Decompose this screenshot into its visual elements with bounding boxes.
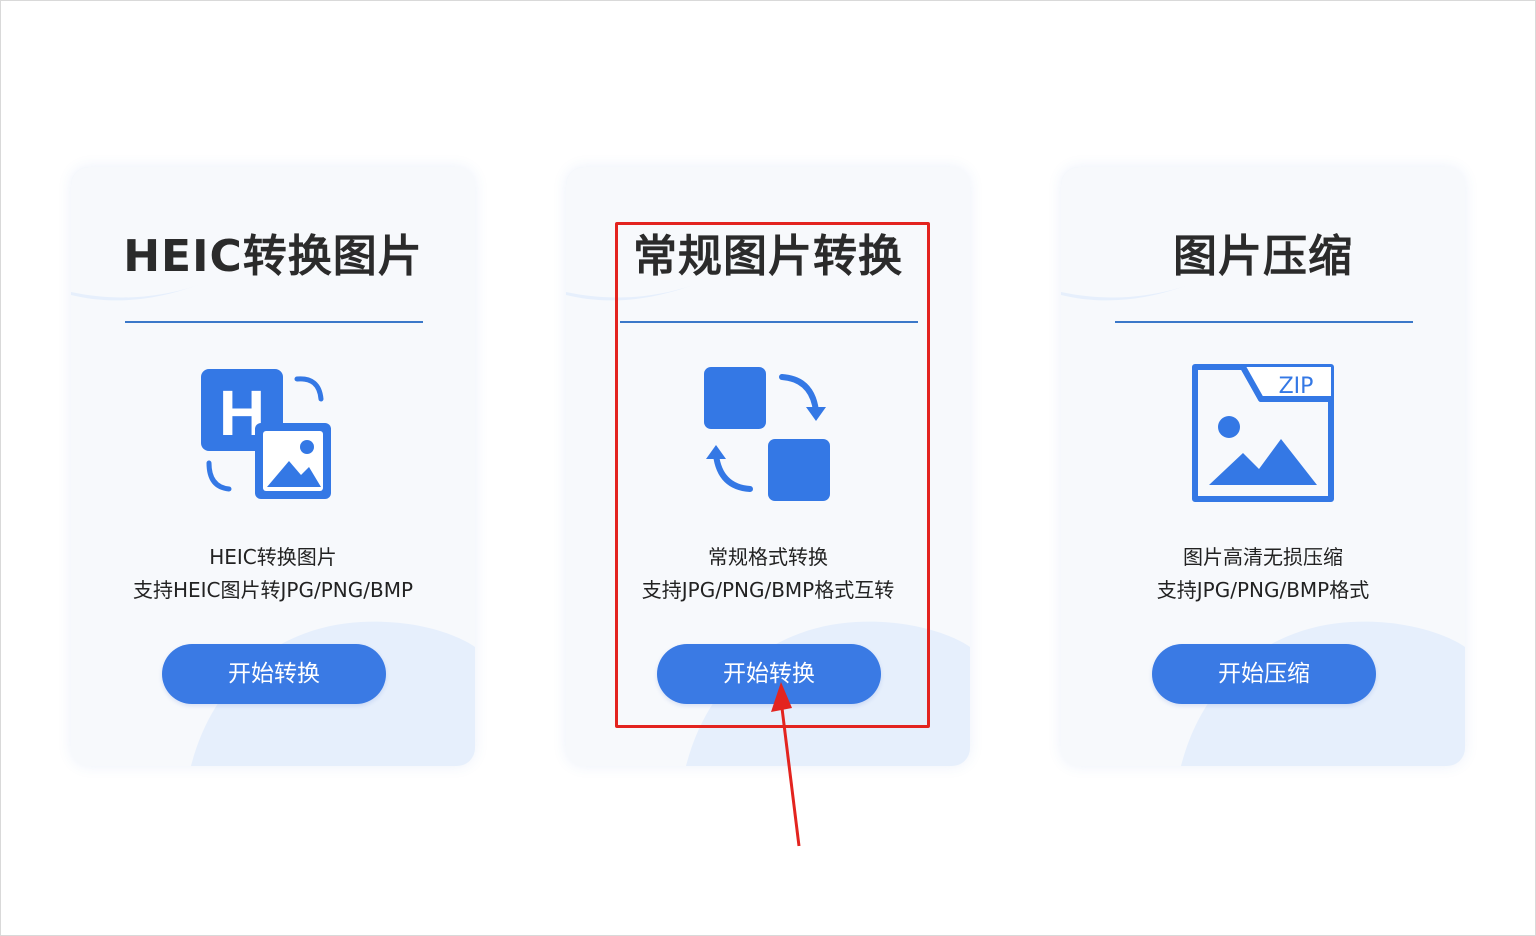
card-heic-convert: HEIC转换图片 H HEIC转换图片 支持HEIC图片转JPG/PNG/BMP… <box>71 167 475 766</box>
zip-label: ZIP <box>1279 374 1314 399</box>
desc-line-2: 支持HEIC图片转JPG/PNG/BMP <box>132 578 414 602</box>
card-title: 图片压缩 <box>1173 231 1353 282</box>
card-title: HEIC转换图片 <box>123 231 423 282</box>
start-convert-button[interactable]: 开始转换 <box>162 644 386 704</box>
title-divider <box>620 321 918 323</box>
title-divider <box>125 321 423 323</box>
start-compress-button[interactable]: 开始压缩 <box>1152 644 1376 704</box>
desc-line-1: 常规格式转换 <box>708 545 828 569</box>
card-description: 常规格式转换 支持JPG/PNG/BMP格式互转 <box>566 541 970 607</box>
desc-line-2: 支持JPG/PNG/BMP格式 <box>1156 578 1370 602</box>
card-description: 图片高清无损压缩 支持JPG/PNG/BMP格式 <box>1061 541 1465 607</box>
desc-line-1: HEIC转换图片 <box>209 545 337 569</box>
start-convert-button[interactable]: 开始转换 <box>657 644 881 704</box>
format-convert-icon <box>688 363 848 507</box>
card-format-convert: 常规图片转换 常规格式转换 支持JPG/PNG/BMP格式互转 开始转换 <box>566 167 970 766</box>
card-title: 常规图片转换 <box>633 231 903 282</box>
heic-image-icon: H <box>193 363 353 507</box>
desc-line-1: 图片高清无损压缩 <box>1183 545 1343 569</box>
card-description: HEIC转换图片 支持HEIC图片转JPG/PNG/BMP <box>71 541 475 607</box>
title-divider <box>1115 321 1413 323</box>
desc-line-2: 支持JPG/PNG/BMP格式互转 <box>641 578 895 602</box>
card-image-compress: 图片压缩 ZIP 图片高清无损压缩 支持JPG/PNG/BMP格式 开始压缩 <box>1061 167 1465 766</box>
zip-image-icon: ZIP <box>1183 363 1343 507</box>
